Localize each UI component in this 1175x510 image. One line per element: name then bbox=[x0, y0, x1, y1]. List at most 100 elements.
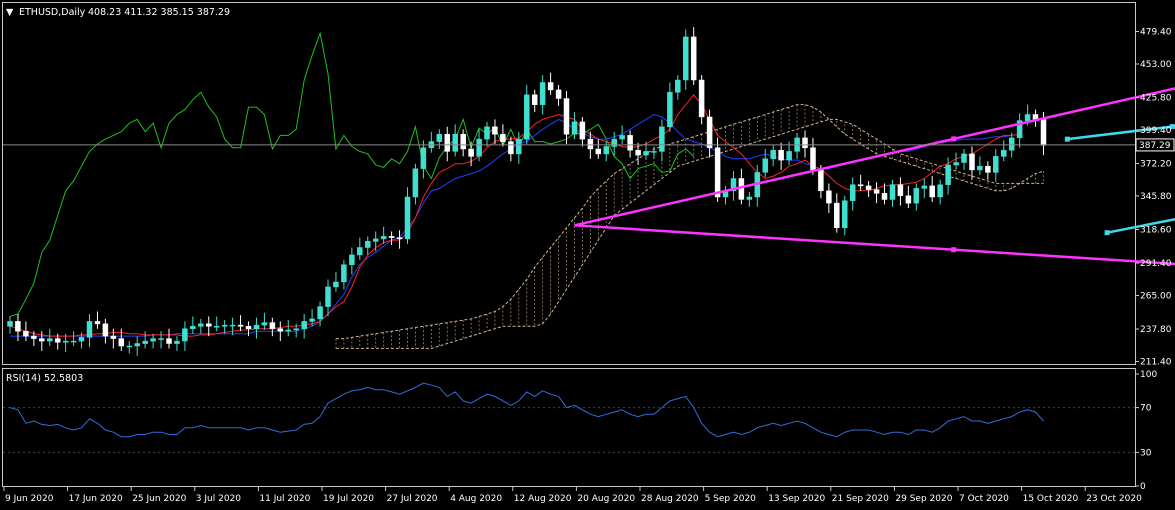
candle-bull bbox=[571, 121, 578, 135]
candle-bear bbox=[277, 328, 284, 332]
candle-bear bbox=[460, 133, 466, 150]
candle-bull bbox=[539, 82, 546, 105]
candle-bear bbox=[579, 121, 586, 140]
date-tick-label: 28 Aug 2020 bbox=[641, 494, 699, 504]
date-tick-label: 12 Aug 2020 bbox=[514, 494, 572, 504]
candle-bull bbox=[484, 126, 490, 140]
candle-bull bbox=[524, 94, 530, 140]
candle-bear bbox=[635, 149, 641, 156]
price-tick-label: 265.00 bbox=[1140, 292, 1172, 302]
candle-bull bbox=[516, 138, 522, 155]
candle-bull bbox=[746, 196, 753, 200]
date-tick-label: 13 Sep 2020 bbox=[768, 494, 825, 504]
candle-bear bbox=[54, 338, 61, 343]
candle-bull bbox=[349, 254, 355, 266]
date-tick-label: 23 Oct 2020 bbox=[1086, 494, 1142, 504]
date-tick-label: 7 Oct 2020 bbox=[959, 494, 1009, 504]
candle-bull bbox=[182, 328, 188, 342]
candle-bull bbox=[1024, 114, 1031, 121]
rsi-label: RSI(14) 52.5803 bbox=[6, 373, 83, 384]
date-tick-label: 3 Jul 2020 bbox=[196, 494, 241, 504]
candle-bear bbox=[94, 321, 101, 325]
candle-bull bbox=[436, 133, 443, 142]
candle-bull bbox=[309, 318, 315, 322]
candle-bear bbox=[166, 338, 172, 344]
candle-bull bbox=[619, 135, 625, 140]
candle-bull bbox=[158, 338, 164, 340]
price-tick-label: 237.80 bbox=[1140, 325, 1172, 335]
candle-bull bbox=[945, 164, 951, 185]
date-tick-label: 27 Jul 2020 bbox=[387, 494, 438, 504]
chart-canvas: 479.40 453.00 425.80 399.40 372.20 345.80 318.… bbox=[0, 0, 1175, 510]
date-tick-label: 11 Jul 2020 bbox=[259, 494, 310, 504]
candle-bull bbox=[921, 185, 928, 189]
candle-bear bbox=[826, 190, 832, 204]
rsi-tick-label: 30 bbox=[1140, 448, 1152, 458]
candle-bull bbox=[78, 337, 85, 342]
candle-bear bbox=[706, 116, 713, 149]
candle-bull bbox=[643, 151, 649, 156]
candle-bull bbox=[961, 153, 967, 163]
symbol-title: ETHUSD,Daily bbox=[19, 7, 86, 18]
date-tick-label: 29 Sep 2020 bbox=[895, 494, 952, 504]
candle-bear bbox=[468, 148, 474, 157]
candle-bear bbox=[269, 322, 276, 330]
candle-bear bbox=[698, 79, 705, 118]
candle-bear bbox=[206, 323, 212, 327]
candle-bear bbox=[444, 133, 451, 152]
candle-bull bbox=[683, 36, 689, 81]
candle-bear bbox=[15, 321, 21, 332]
candle-bear bbox=[31, 335, 37, 339]
candle-bear bbox=[531, 94, 538, 105]
candle-bear bbox=[969, 153, 975, 171]
candle-bear bbox=[1040, 119, 1047, 146]
rsi-tick-label: 70 bbox=[1140, 404, 1152, 414]
candle-bull bbox=[420, 147, 427, 169]
dropdown-arrow-icon[interactable]: ▼ bbox=[6, 7, 14, 18]
candle-bear bbox=[492, 126, 498, 135]
candle-bear bbox=[587, 138, 594, 150]
candle-bull bbox=[134, 343, 140, 347]
price-tick-label: 318.60 bbox=[1140, 226, 1172, 236]
candle-bull bbox=[786, 151, 792, 161]
candle-bull bbox=[325, 286, 331, 307]
candle-bull bbox=[253, 324, 260, 330]
candle-bull bbox=[603, 146, 610, 155]
candle-bear bbox=[547, 82, 554, 91]
candle-bear bbox=[245, 326, 252, 330]
candle-bear bbox=[237, 324, 244, 327]
candle-bull bbox=[365, 241, 371, 248]
candle-bear bbox=[905, 195, 912, 204]
candle-bull bbox=[993, 156, 999, 173]
candle-bull bbox=[762, 158, 769, 173]
candle-bull bbox=[333, 281, 339, 288]
candle-bull bbox=[126, 345, 133, 348]
candle-bull bbox=[1001, 149, 1007, 157]
candle-bull bbox=[86, 321, 93, 338]
candle-bear bbox=[627, 135, 633, 151]
candle-bull bbox=[651, 151, 657, 153]
candle-bull bbox=[301, 321, 307, 330]
candle-bull bbox=[889, 184, 896, 200]
price-tick-label: 425.80 bbox=[1140, 94, 1172, 104]
candle-bear bbox=[985, 165, 991, 173]
candle-bull bbox=[659, 126, 665, 152]
date-tick-label: 4 Aug 2020 bbox=[450, 494, 502, 504]
candle-bull bbox=[47, 338, 53, 342]
price-tick-label: 345.80 bbox=[1140, 192, 1172, 202]
candle-bull bbox=[221, 324, 228, 327]
candle-bear bbox=[388, 236, 395, 238]
candle-bull bbox=[1008, 137, 1015, 151]
candle-bear bbox=[929, 185, 935, 198]
candle-bear bbox=[714, 147, 721, 198]
candle-bull bbox=[913, 188, 920, 204]
candle-bull bbox=[293, 328, 299, 331]
candle-bull bbox=[770, 149, 776, 160]
candle-bull bbox=[372, 238, 379, 242]
candle-bear bbox=[802, 137, 808, 149]
price-tick-label: 479.40 bbox=[1140, 28, 1172, 38]
candle-bull bbox=[842, 200, 848, 229]
candle-bull bbox=[198, 323, 204, 327]
candle-bear bbox=[778, 149, 784, 161]
trend-line-handle bbox=[951, 247, 957, 253]
